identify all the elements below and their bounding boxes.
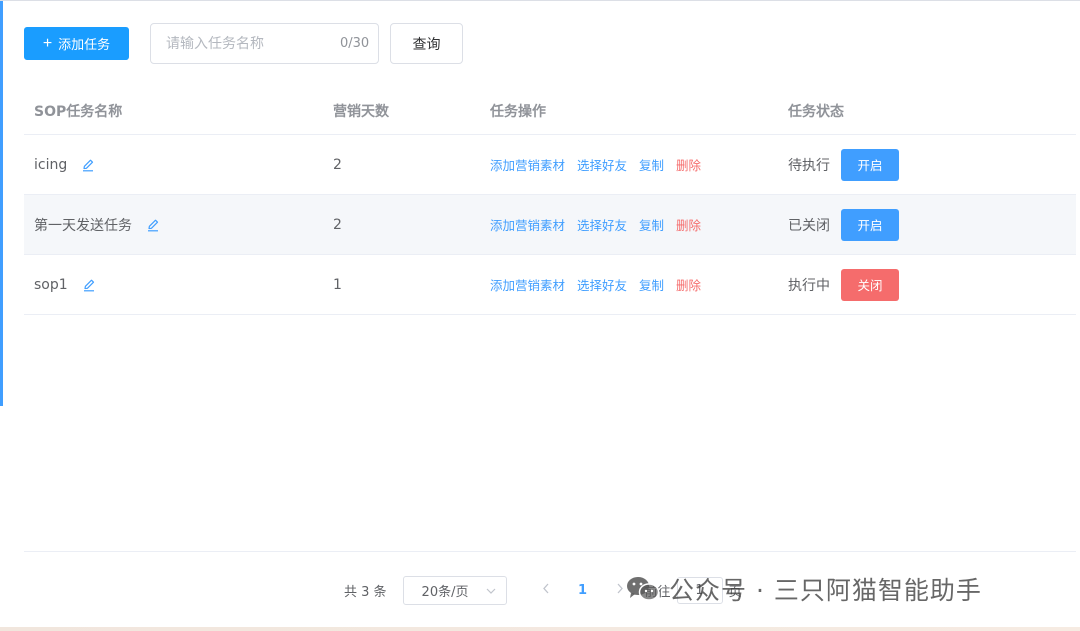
task-name-cell: icing <box>34 135 95 194</box>
watermark-text: 公众号 · 三只阿猫智能助手 <box>669 576 982 605</box>
task-name-cell: sop1 <box>34 255 96 314</box>
select-friends-link[interactable]: 选择好友 <box>577 275 627 294</box>
task-status-cell: 待执行 开启 <box>788 135 899 194</box>
table-row: icing 2 添加营销素材 选择好友 复制 删除 待执行 开启 <box>24 135 1076 195</box>
header-task-actions: 任务操作 <box>490 103 546 120</box>
task-name: sop1 <box>34 276 68 293</box>
left-accent-bar <box>0 1 3 406</box>
task-name: icing <box>34 156 68 173</box>
marketing-days: 2 <box>333 156 342 173</box>
header-task-name: SOP任务名称 <box>34 103 123 120</box>
delete-link[interactable]: 删除 <box>676 215 701 234</box>
marketing-days: 1 <box>333 276 342 293</box>
pencil-icon[interactable] <box>81 158 95 172</box>
disable-button[interactable]: 关闭 <box>841 268 899 301</box>
status-text: 待执行 <box>788 157 830 174</box>
enable-button[interactable]: 开启 <box>841 208 899 241</box>
search-char-count: 0/30 <box>340 36 370 51</box>
delete-link[interactable]: 删除 <box>676 155 701 174</box>
task-actions-cell: 添加营销素材 选择好友 复制 删除 <box>490 195 701 254</box>
add-material-link[interactable]: 添加营销素材 <box>490 155 565 174</box>
task-name-cell: 第一天发送任务 <box>34 195 160 254</box>
footer-divider <box>24 551 1076 552</box>
table-row: 第一天发送任务 2 添加营销素材 选择好友 复制 删除 已关闭 开启 <box>24 195 1076 255</box>
task-name-search-field: 0/30 <box>150 23 379 64</box>
header-marketing-days: 营销天数 <box>333 103 389 120</box>
header-task-status: 任务状态 <box>788 103 844 120</box>
add-material-link[interactable]: 添加营销素材 <box>490 275 565 294</box>
copy-link[interactable]: 复制 <box>639 215 664 234</box>
add-material-link[interactable]: 添加营销素材 <box>490 215 565 234</box>
wechat-icon <box>625 574 661 604</box>
chevron-left-icon[interactable] <box>531 582 561 598</box>
sop-task-table: SOP任务名称 营销天数 任务操作 任务状态 icing 2 添加营销素材 选择… <box>24 87 1076 315</box>
table-header: SOP任务名称 营销天数 任务操作 任务状态 <box>24 87 1076 135</box>
task-name: 第一天发送任务 <box>34 217 132 234</box>
plus-icon: + <box>42 34 53 52</box>
page-number-current[interactable]: 1 <box>569 583 597 598</box>
marketing-days: 2 <box>333 216 342 233</box>
enable-button[interactable]: 开启 <box>841 148 899 181</box>
select-friends-link[interactable]: 选择好友 <box>577 215 627 234</box>
table-row: sop1 1 添加营销素材 选择好友 复制 删除 执行中 关闭 <box>24 255 1076 315</box>
task-actions-cell: 添加营销素材 选择好友 复制 删除 <box>490 135 701 194</box>
page-size-select[interactable]: 20条/页 <box>402 575 507 605</box>
total-count: 共 3 条 <box>344 584 387 600</box>
page: + 添加任务 0/30 查询 SOP任务名称 营销天数 任务操作 任务状态 ic… <box>0 0 1080 631</box>
task-name-search-input[interactable] <box>151 24 340 63</box>
pencil-icon[interactable] <box>146 218 160 232</box>
copy-link[interactable]: 复制 <box>639 155 664 174</box>
task-status-cell: 执行中 关闭 <box>788 255 899 314</box>
watermark: 公众号 · 三只阿猫智能助手 <box>625 569 982 609</box>
query-button[interactable]: 查询 <box>390 23 463 64</box>
task-actions-cell: 添加营销素材 选择好友 复制 删除 <box>490 255 701 314</box>
copy-link[interactable]: 复制 <box>639 275 664 294</box>
chevron-down-icon <box>486 583 496 598</box>
add-task-label: 添加任务 <box>58 37 111 52</box>
delete-link[interactable]: 删除 <box>676 275 701 294</box>
status-text: 执行中 <box>788 277 830 294</box>
bottom-edge-bar <box>0 627 1080 631</box>
task-status-cell: 已关闭 开启 <box>788 195 899 254</box>
select-friends-link[interactable]: 选择好友 <box>577 155 627 174</box>
add-task-button[interactable]: + 添加任务 <box>24 27 129 60</box>
pencil-icon[interactable] <box>82 278 96 292</box>
status-text: 已关闭 <box>788 217 830 234</box>
page-size-value: 20条/页 <box>421 584 469 600</box>
